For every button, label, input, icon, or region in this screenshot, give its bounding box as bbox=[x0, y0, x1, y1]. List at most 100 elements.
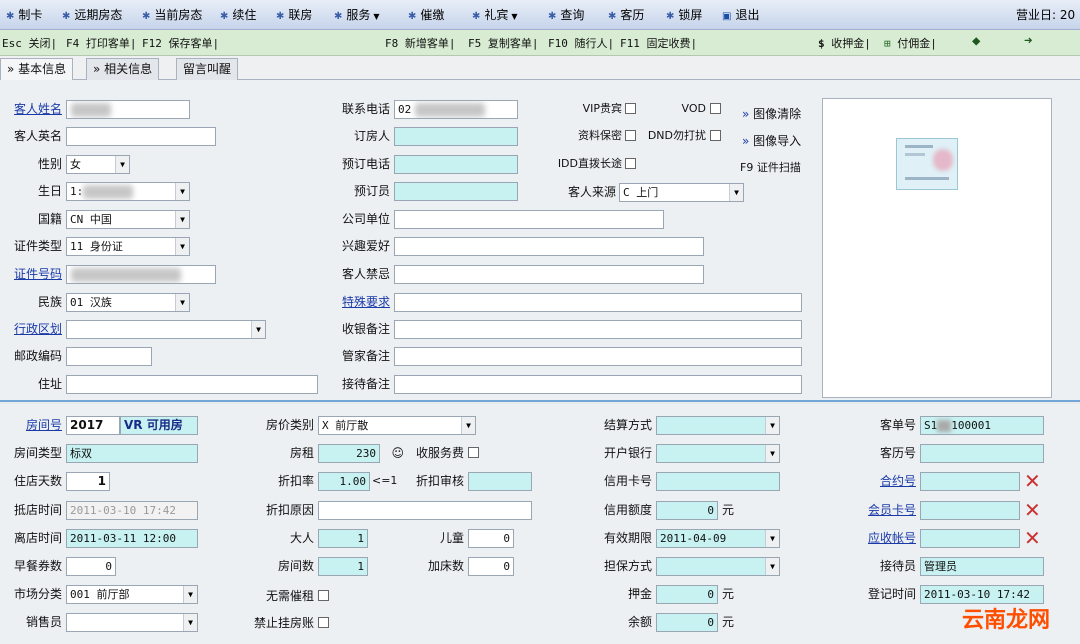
reservation-staff-input[interactable] bbox=[394, 182, 518, 201]
privacy-checkbox[interactable] bbox=[625, 130, 636, 141]
new-order-button[interactable]: F8 新增客单| bbox=[385, 35, 456, 51]
image-import-button[interactable]: » 图像导入 bbox=[742, 132, 801, 150]
housekeeping-note-input[interactable] bbox=[394, 347, 802, 366]
pay-commission-button[interactable]: ⊞ 付佣金| bbox=[884, 35, 937, 51]
children-input[interactable]: 0 bbox=[468, 529, 514, 548]
price-type-select[interactable]: X 前厅散 ▼ bbox=[318, 416, 476, 435]
no-room-charge-checkbox[interactable] bbox=[318, 617, 329, 628]
gender-select[interactable]: 女 ▼ bbox=[66, 155, 130, 174]
bank-select[interactable]: ▼ bbox=[656, 444, 780, 463]
special-request-label[interactable]: 特殊要求 bbox=[330, 293, 390, 311]
menu-history[interactable]: ✱ 客历 bbox=[608, 7, 644, 23]
ethnic-select[interactable]: 01 汉族 ▼ bbox=[66, 293, 190, 312]
no-remind-checkbox[interactable] bbox=[318, 590, 329, 601]
card-stripe bbox=[905, 153, 925, 156]
stay-days-input[interactable]: 1 bbox=[66, 472, 110, 491]
settle-method-select[interactable]: ▼ bbox=[656, 416, 780, 435]
menu-link-room[interactable]: ✱ 联房 bbox=[276, 7, 312, 23]
market-select[interactable]: 001 前厅部 ▼ bbox=[66, 585, 198, 604]
booker-input[interactable] bbox=[394, 127, 518, 146]
id-number-label[interactable]: 证件号码 bbox=[10, 265, 62, 283]
phone-input[interactable]: 02 bbox=[394, 100, 518, 119]
card-number-input[interactable] bbox=[656, 472, 780, 491]
guarantee-select[interactable]: ▼ bbox=[656, 557, 780, 576]
menu-concierge[interactable]: ✱ 礼宾 ▼ bbox=[472, 7, 518, 23]
close-icon[interactable]: ✕ bbox=[1024, 528, 1041, 548]
room-number-input[interactable]: 2017 bbox=[66, 416, 120, 435]
departure-input[interactable]: 2011-03-11 12:00 bbox=[66, 529, 198, 548]
nationality-select[interactable]: CN 中国 ▼ bbox=[66, 210, 190, 229]
image-clear-button[interactable]: » 图像清除 bbox=[742, 105, 801, 123]
birthday-select[interactable]: 1: ▼ bbox=[66, 182, 190, 201]
chevron-down-icon: ▼ bbox=[251, 321, 265, 338]
receivable-account-label[interactable]: 应收帐号 bbox=[856, 529, 916, 547]
vod-checkbox[interactable] bbox=[710, 103, 721, 114]
postcode-input[interactable] bbox=[66, 347, 152, 366]
id-scan-button[interactable]: F9 证件扫描 bbox=[740, 159, 801, 177]
guest-name-label[interactable]: 客人姓名 bbox=[10, 100, 62, 118]
room-type-input[interactable]: 标双 bbox=[66, 444, 198, 463]
contract-number-label[interactable]: 合约号 bbox=[856, 472, 916, 490]
breakfast-input[interactable]: 0 bbox=[66, 557, 116, 576]
discount-audit-input[interactable] bbox=[468, 472, 532, 491]
close-icon[interactable]: ✕ bbox=[1024, 471, 1041, 491]
tab-related-info[interactable]: » 相关信息 bbox=[86, 58, 160, 80]
close-button[interactable]: Esc 关闭| bbox=[2, 35, 57, 51]
close-icon[interactable]: ✕ bbox=[1024, 500, 1041, 520]
companion-button[interactable]: F10 随行人| bbox=[548, 35, 614, 51]
menu-future-status[interactable]: ✱ 远期房态 bbox=[62, 7, 122, 23]
extra-bed-input[interactable]: 0 bbox=[468, 557, 514, 576]
member-card-input[interactable] bbox=[920, 501, 1020, 520]
fixed-charge-button[interactable]: F11 固定收费| bbox=[620, 35, 697, 51]
dnd-checkbox[interactable] bbox=[710, 130, 721, 141]
credit-limit-input[interactable]: 0 bbox=[656, 501, 718, 520]
collect-deposit-button[interactable]: $ 收押金| bbox=[818, 35, 871, 51]
company-input[interactable] bbox=[394, 210, 664, 229]
id-type-select[interactable]: 11 身份证 ▼ bbox=[66, 237, 190, 256]
receivable-account-input[interactable] bbox=[920, 529, 1020, 548]
service-fee-checkbox[interactable] bbox=[468, 447, 479, 458]
menu-service[interactable]: ✱ 服务 ▼ bbox=[334, 7, 380, 23]
region-select[interactable]: ▼ bbox=[66, 320, 266, 339]
next-arrow-icon[interactable]: ➜ bbox=[1024, 33, 1032, 49]
tab-basic-info[interactable]: » 基本信息 bbox=[0, 58, 74, 80]
privacy-label: 资料保密 bbox=[578, 129, 622, 142]
discount-rate-input[interactable]: 1.00 bbox=[318, 472, 370, 491]
special-request-input[interactable] bbox=[394, 293, 802, 312]
id-number-input[interactable] bbox=[66, 265, 216, 284]
balance-unit: 元 bbox=[722, 615, 735, 629]
rooms-input[interactable]: 1 bbox=[318, 557, 368, 576]
sales-select[interactable]: ▼ bbox=[66, 613, 198, 632]
vip-checkbox[interactable] bbox=[625, 103, 636, 114]
reception-note-input[interactable] bbox=[394, 375, 802, 394]
menu-dun[interactable]: ✱ 催缴 bbox=[408, 7, 444, 23]
copy-order-button[interactable]: F5 复制客单| bbox=[468, 35, 539, 51]
member-card-label[interactable]: 会员卡号 bbox=[856, 501, 916, 519]
menu-extend[interactable]: ✱ 续住 bbox=[220, 7, 256, 23]
guest-en-name-input[interactable] bbox=[66, 127, 216, 146]
rent-input[interactable]: 230 bbox=[318, 444, 380, 463]
region-label[interactable]: 行政区划 bbox=[10, 320, 62, 338]
room-number-label[interactable]: 房间号 bbox=[10, 416, 62, 434]
taboo-input[interactable] bbox=[394, 265, 704, 284]
menu-lock[interactable]: ✱ 锁屏 bbox=[666, 7, 702, 23]
idd-checkbox[interactable] bbox=[625, 158, 636, 169]
booking-phone-input[interactable] bbox=[394, 155, 518, 174]
cashier-note-input[interactable] bbox=[394, 320, 802, 339]
save-button[interactable]: F12 保存客单| bbox=[142, 35, 219, 51]
adults-input[interactable]: 1 bbox=[318, 529, 368, 548]
menu-current-status[interactable]: ✱ 当前房态 bbox=[142, 7, 202, 23]
menu-card[interactable]: ✱ 制卡 bbox=[6, 7, 42, 23]
hobby-input[interactable] bbox=[394, 237, 704, 256]
discount-reason-input[interactable] bbox=[318, 501, 532, 520]
prev-arrow-icon[interactable]: ◆ bbox=[972, 33, 980, 49]
guest-name-input[interactable] bbox=[66, 100, 190, 119]
print-button[interactable]: F4 打印客单| bbox=[66, 35, 137, 51]
source-select[interactable]: C 上门 ▼ bbox=[619, 183, 744, 202]
address-input[interactable] bbox=[66, 375, 318, 394]
menu-exit[interactable]: ▣ 退出 bbox=[722, 7, 759, 23]
tab-message-wakeup[interactable]: 留言叫醒 bbox=[176, 58, 239, 80]
contract-number-input[interactable] bbox=[920, 472, 1020, 491]
expiry-select[interactable]: 2011-04-09 ▼ bbox=[656, 529, 780, 548]
menu-query[interactable]: ✱ 查询 bbox=[548, 7, 584, 23]
